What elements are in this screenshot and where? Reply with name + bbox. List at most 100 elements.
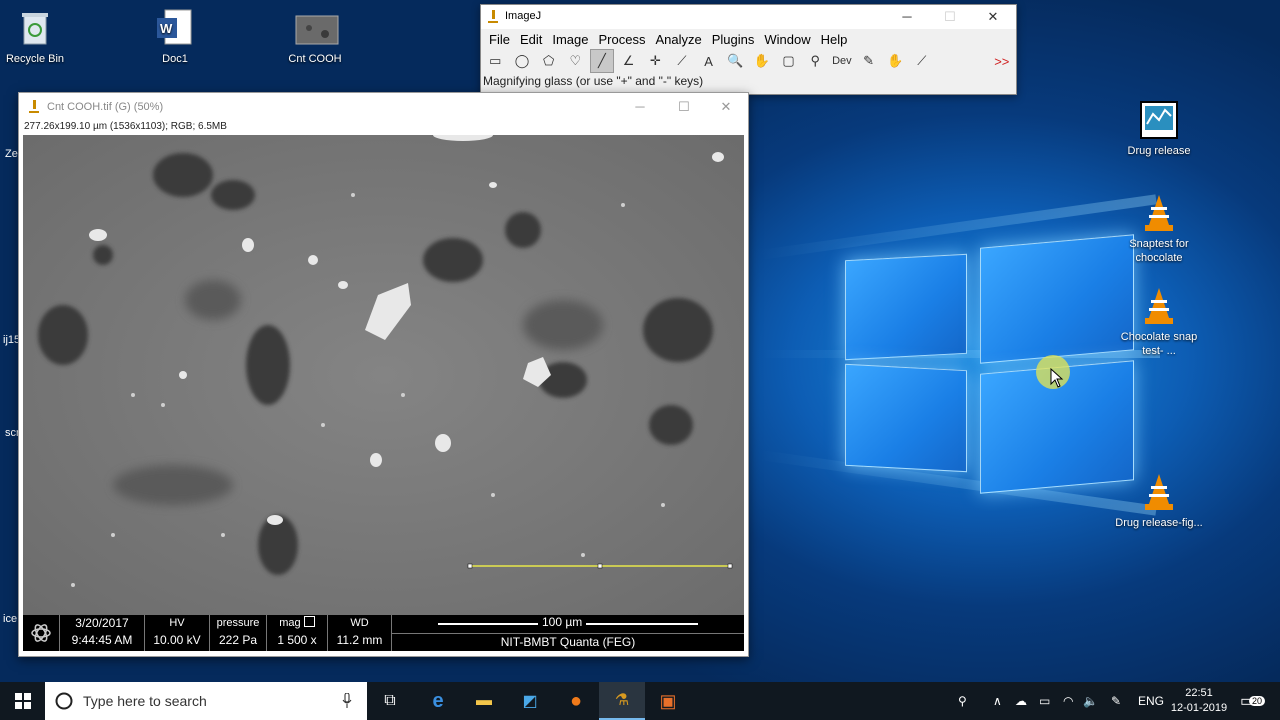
task-view-button[interactable]: ⧉ <box>367 682 413 720</box>
taskbar-file-explorer[interactable]: ▬ <box>461 682 507 720</box>
desktop-icon-cnt-cooh[interactable]: Cnt COOH <box>270 8 360 66</box>
maximize-button[interactable]: ☐ <box>929 5 971 29</box>
task-view-icon: ⧉ <box>384 692 396 709</box>
minimize-button[interactable]: ─ <box>619 95 661 119</box>
wand-tool-icon[interactable]: ⟋ <box>670 49 695 73</box>
angle-tool-icon[interactable]: ∠ <box>616 49 641 73</box>
dropper-icon[interactable]: ⟋ <box>910 49 935 73</box>
desktop-icon-chocolate-snap[interactable]: Chocolate snap test- ... <box>1114 286 1204 358</box>
sem-data-bar: 3/20/2017 9:44:45 AM HV 10.00 kV pressur… <box>23 615 744 651</box>
empty-slot-2[interactable] <box>963 49 988 73</box>
menu-process[interactable]: Process <box>595 29 652 49</box>
image-titlebar[interactable]: Cnt COOH.tif (G) (50%) ─ ☐ ✕ <box>19 93 748 121</box>
wifi-icon[interactable]: ◠ <box>1063 682 1073 720</box>
taskbar-edge[interactable]: e <box>415 682 461 720</box>
language-indicator[interactable]: ENG <box>1138 682 1164 720</box>
magnifier-icon[interactable]: ⚲ <box>803 49 828 73</box>
zoom-tool-icon[interactable]: 🔍 <box>723 49 748 73</box>
line-tool-icon[interactable]: ╱ <box>589 49 615 73</box>
action-center-button[interactable]: ▭ 20 <box>1240 682 1266 720</box>
desktop-icon-drug-release[interactable]: Drug release <box>1114 100 1204 158</box>
window-title: Cnt COOH.tif (G) (50%) <box>47 101 164 113</box>
partial-icon-label[interactable]: ice <box>3 613 17 625</box>
battery-icon[interactable]: ▭ <box>1039 682 1050 720</box>
window-title: ImageJ <box>505 10 542 22</box>
svg-text:W: W <box>160 21 173 36</box>
pressure-label: pressure <box>216 617 260 629</box>
orange-app-icon: ▣ <box>659 690 677 711</box>
taskbar-imagej[interactable]: ⚗ <box>599 682 645 720</box>
desktop-icon-label: Chocolate snap test- ... <box>1120 331 1198 357</box>
desktop-icon-label: Cnt COOH <box>288 53 342 65</box>
sem-image-canvas[interactable] <box>23 135 744 615</box>
dev-menu-icon[interactable]: Dev <box>830 49 855 73</box>
search-box[interactable]: Type here to search <box>45 682 367 720</box>
desktop-icon-drug-release-fig[interactable]: Drug release-fig... <box>1114 472 1204 530</box>
minimize-button[interactable]: ─ <box>886 5 928 29</box>
clock-time: 22:51 <box>1185 687 1213 699</box>
wd-label: WD <box>350 617 369 629</box>
datetime-cell: 3/20/2017 9:44:45 AM <box>60 615 145 651</box>
scale-cell: 100 µm NIT-BMBT Quanta (FEG) <box>392 615 744 651</box>
taskbar-app[interactable]: ◩ <box>507 682 553 720</box>
windows-logo <box>840 234 1140 495</box>
menu-plugins[interactable]: Plugins <box>708 29 761 49</box>
menu-help[interactable]: Help <box>817 29 854 49</box>
close-button[interactable]: ✕ <box>705 95 747 119</box>
desktop-icon-label: Recycle Bin <box>5 53 65 65</box>
hand-tool-icon[interactable]: ✋ <box>750 49 775 73</box>
wd-cell: WD 11.2 mm <box>328 615 392 651</box>
imagej-window: ImageJ ─ ☐ ✕ File Edit Image Process Ana… <box>480 4 1017 95</box>
search-placeholder: Type here to search <box>83 693 207 709</box>
menu-analyze[interactable]: Analyze <box>651 29 707 49</box>
imagej-titlebar[interactable]: ImageJ ─ ☐ ✕ <box>481 5 1016 29</box>
taskbar-app-orange[interactable]: ▣ <box>645 682 691 720</box>
mouse-cursor-icon <box>1050 368 1064 388</box>
scale-bar-label: 100 µm <box>538 615 587 629</box>
people-icon[interactable]: ⚲ <box>958 682 967 720</box>
windows-start-icon <box>15 693 31 709</box>
clock[interactable]: 22:51 12-01-2019 <box>1168 682 1230 720</box>
point-tool-icon[interactable]: ✛ <box>643 49 668 73</box>
brush-icon[interactable]: ✋ <box>883 49 908 73</box>
rectangle-tool-icon[interactable]: ▭ <box>483 49 508 73</box>
empty-slot-1[interactable] <box>936 49 961 73</box>
pencil-icon[interactable]: ✎ <box>856 49 881 73</box>
menu-bar: File Edit Image Process Analyze Plugins … <box>481 29 1016 49</box>
sem-time: 9:44:45 AM <box>71 633 133 647</box>
menu-window[interactable]: Window <box>760 29 816 49</box>
pen-icon[interactable]: ✎ <box>1111 682 1121 720</box>
close-button[interactable]: ✕ <box>972 5 1014 29</box>
image-window: Cnt COOH.tif (G) (50%) ─ ☐ ✕ 277.26x199.… <box>18 92 749 657</box>
maximize-button[interactable]: ☐ <box>663 95 705 119</box>
oval-tool-icon[interactable]: ◯ <box>510 49 535 73</box>
desktop-icon-snaptest[interactable]: Snaptest for chocolate <box>1114 193 1204 265</box>
freehand-tool-icon[interactable]: ♡ <box>563 49 588 73</box>
edge-browser-icon: e <box>432 689 444 712</box>
desktop-icon-label: Drug release-fig... <box>1115 517 1203 529</box>
chart-file-icon <box>1139 100 1179 140</box>
desktop-icon-doc1[interactable]: W Doc1 <box>130 8 220 66</box>
clock-date: 12-01-2019 <box>1170 702 1228 714</box>
color-picker-icon[interactable]: ▢ <box>776 49 801 73</box>
more-tools-icon[interactable]: >> <box>989 49 1014 73</box>
show-hidden-icons-icon[interactable]: ∧ <box>993 682 1002 720</box>
mag-value: 1 500 x <box>277 633 317 647</box>
mag-label: mag <box>267 615 327 632</box>
menu-edit[interactable]: Edit <box>516 29 548 49</box>
taskbar-firefox[interactable]: ● <box>553 682 599 720</box>
partial-icon-label[interactable]: Ze <box>5 148 18 160</box>
volume-icon[interactable]: 🔈 <box>1083 682 1098 720</box>
start-button[interactable] <box>0 682 46 720</box>
menu-file[interactable]: File <box>485 29 516 49</box>
onedrive-icon[interactable]: ☁ <box>1015 682 1027 720</box>
tool-bar: ▭ ◯ ⬠ ♡ ╱ ∠ ✛ ⟋ A 🔍 ✋ ▢ ⚲ Dev ✎ ✋ ⟋ >> <box>481 49 1016 73</box>
desktop-icon-recycle-bin[interactable]: Recycle Bin <box>0 8 80 66</box>
microphone-icon[interactable] <box>342 693 352 709</box>
vlc-cone-icon <box>1139 286 1179 326</box>
image-thumbnail-icon <box>295 8 339 48</box>
menu-image[interactable]: Image <box>548 29 594 49</box>
text-tool-icon[interactable]: A <box>696 49 721 73</box>
polygon-tool-icon[interactable]: ⬠ <box>536 49 561 73</box>
status-text: Magnifying glass (or use "+" and "-" key… <box>483 74 704 88</box>
